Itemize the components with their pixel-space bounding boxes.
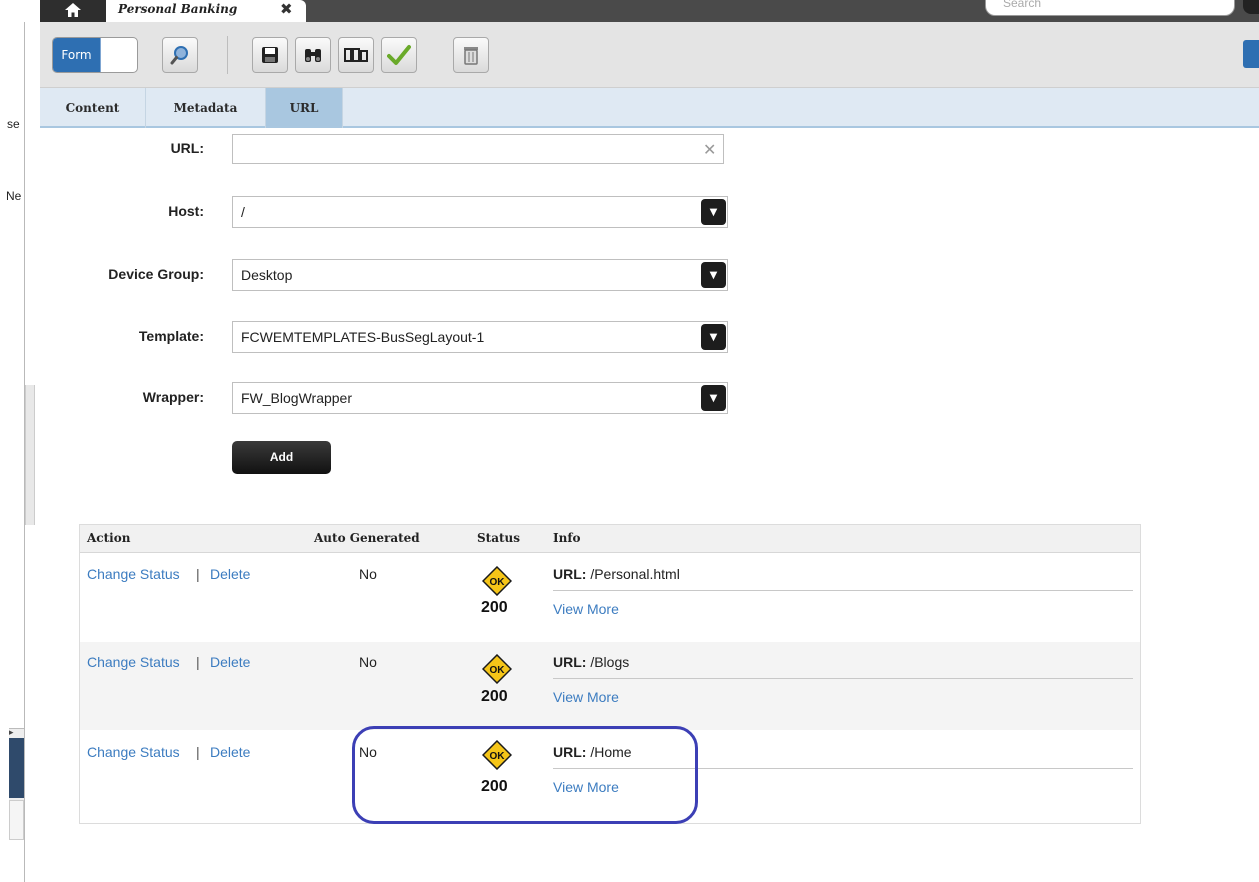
header-action: Action	[87, 531, 131, 545]
delete-button[interactable]	[453, 37, 489, 73]
url-prefix: URL:	[553, 654, 587, 670]
left-panel-item[interactable]	[9, 800, 24, 840]
device-group-select-value: Desktop	[241, 267, 293, 283]
checkmark-icon	[387, 45, 411, 65]
find-button[interactable]	[295, 37, 331, 73]
auto-generated-value: No	[359, 654, 377, 670]
delete-link[interactable]: Delete	[210, 566, 250, 582]
save-button[interactable]	[252, 37, 288, 73]
left-panel-text: Ne	[6, 189, 22, 203]
magnifier-icon	[170, 46, 188, 65]
header-info: Info	[553, 531, 581, 545]
template-select[interactable]: FCWEMTEMPLATES-BusSegLayout-1 ▼	[232, 321, 728, 353]
status-code: 200	[481, 688, 508, 705]
panel-splitter-handle[interactable]	[25, 385, 35, 525]
host-label: Host:	[168, 203, 204, 219]
document-tab-title: Personal Banking	[118, 2, 238, 16]
wrapper-label: Wrapper:	[142, 389, 204, 405]
chevron-right-icon[interactable]: ▸	[9, 728, 14, 738]
device-group-select[interactable]: Desktop ▼	[232, 259, 728, 291]
url-value: /Personal.html	[590, 566, 680, 582]
wrapper-select[interactable]: FW_BlogWrapper ▼	[232, 382, 728, 414]
view-more-link[interactable]: View More	[553, 689, 619, 705]
clear-icon[interactable]: ✕	[703, 140, 716, 159]
info-divider	[553, 678, 1133, 679]
template-label: Template:	[138, 328, 204, 344]
ok-badge-text: OK	[490, 577, 506, 588]
undo-icon[interactable]	[1243, 40, 1259, 68]
trash-icon	[464, 47, 478, 65]
chevron-down-icon[interactable]: ▼	[701, 262, 726, 288]
tab-metadata[interactable]: Metadata	[146, 88, 266, 128]
search-placeholder: Search	[1003, 0, 1042, 10]
template-select-value: FCWEMTEMPLATES-BusSegLayout-1	[241, 329, 485, 345]
view-more-link[interactable]: View More	[553, 601, 619, 617]
header-status: Status	[477, 531, 521, 545]
highlight-annotation	[352, 726, 698, 824]
add-button[interactable]: Add	[232, 441, 331, 474]
host-select-value: /	[241, 204, 245, 220]
layout-icon	[344, 48, 368, 62]
layout-button[interactable]	[338, 37, 374, 73]
left-panel-text: se	[7, 117, 20, 131]
wrapper-select-value: FW_BlogWrapper	[241, 390, 353, 406]
tab-url[interactable]: URL	[266, 88, 343, 128]
action-separator: |	[196, 744, 200, 760]
close-icon[interactable]: ✖	[280, 0, 293, 18]
url-value: /Blogs	[590, 654, 630, 670]
info-divider	[553, 590, 1133, 591]
action-separator: |	[196, 654, 200, 670]
left-panel-selected-item[interactable]	[9, 738, 24, 798]
header-auto-generated: Auto Generated	[314, 531, 420, 545]
status-code: 200	[481, 599, 508, 616]
change-status-link[interactable]: Change Status	[87, 654, 180, 670]
change-status-link[interactable]: Change Status	[87, 566, 180, 582]
url-info: URL: /Blogs	[553, 654, 629, 670]
toolbar	[40, 22, 1259, 88]
change-status-link[interactable]: Change Status	[87, 744, 180, 760]
url-info: URL: /Personal.html	[553, 566, 680, 582]
form-view-toggle[interactable]: Form	[52, 37, 138, 73]
tab-content[interactable]: Content	[40, 88, 146, 128]
approve-button[interactable]	[381, 37, 417, 73]
save-icon	[262, 47, 278, 63]
url-prefix: URL:	[553, 566, 587, 582]
url-input[interactable]	[232, 134, 724, 164]
auto-generated-value: No	[359, 566, 377, 582]
chevron-down-icon[interactable]: ▼	[701, 385, 726, 411]
url-label: URL:	[170, 140, 204, 156]
table-header-row	[80, 525, 1140, 553]
chevron-down-icon[interactable]: ▼	[701, 324, 726, 350]
delete-link[interactable]: Delete	[210, 744, 250, 760]
ok-status-icon: OK	[482, 654, 512, 684]
device-group-label: Device Group:	[108, 266, 204, 282]
ok-status-icon: OK	[482, 566, 512, 596]
toolbar-separator	[227, 36, 228, 74]
form-toggle-label: Form	[53, 38, 101, 72]
host-select[interactable]: / ▼	[232, 196, 728, 228]
delete-link[interactable]: Delete	[210, 654, 250, 670]
action-separator: |	[196, 566, 200, 582]
preview-button[interactable]	[162, 37, 198, 73]
chevron-down-icon[interactable]: ▼	[701, 199, 726, 225]
ok-badge-text: OK	[490, 665, 506, 676]
search-button[interactable]	[1243, 0, 1259, 14]
home-icon[interactable]	[40, 0, 106, 22]
binoculars-icon	[305, 49, 321, 62]
